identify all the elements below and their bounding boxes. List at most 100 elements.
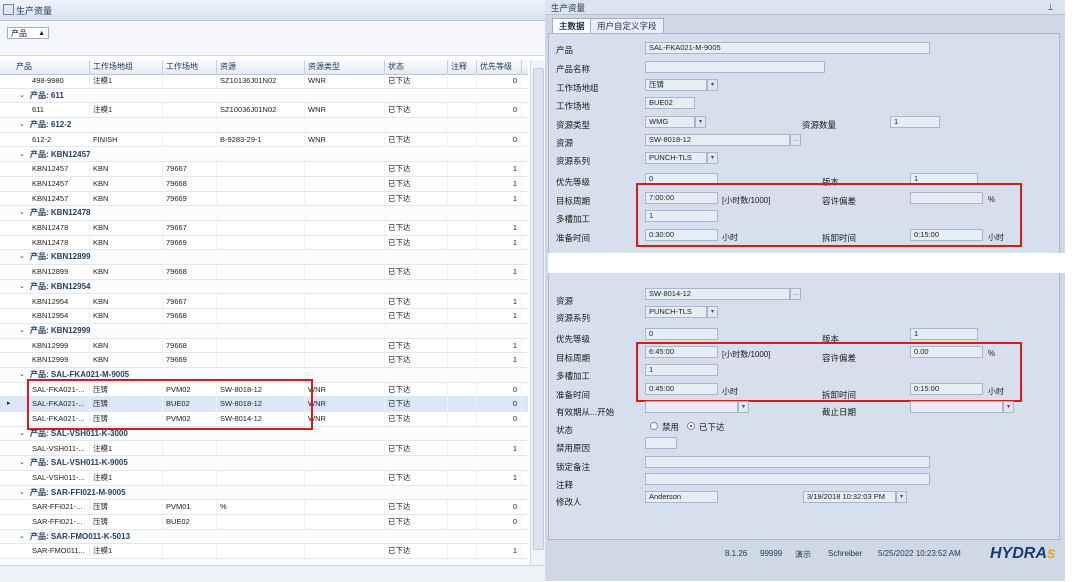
- wc-group-field[interactable]: 压铸: [645, 79, 707, 91]
- modified-at-field[interactable]: 3/19/2018 10:32:03 PM: [803, 491, 896, 503]
- window-icon: [3, 4, 14, 15]
- group-row[interactable]: ⌄ 产品: KBN12999: [0, 323, 528, 339]
- table-cell: KBN: [90, 191, 163, 206]
- table-row[interactable]: SAR-FMO011... 注模1 已下达 1: [0, 544, 528, 560]
- resource-field-2[interactable]: SW-8014-12: [645, 288, 790, 300]
- table-row[interactable]: 611 注模1 SZ10036J01N02 WNR 已下达 0: [0, 103, 528, 119]
- chevron-down-icon[interactable]: ▾: [896, 491, 907, 503]
- collapse-icon[interactable]: ⌄: [19, 427, 25, 441]
- status-disabled-radio[interactable]: [650, 422, 658, 430]
- table-cell: [217, 221, 305, 235]
- column-header[interactable]: 工作场地: [163, 60, 217, 74]
- valid-from-field[interactable]: [645, 401, 738, 413]
- table-row[interactable]: KBN12999 KBN 79669 已下达 1: [0, 353, 528, 368]
- table-row[interactable]: SAR-FFI021-... 压铸 PVM01% 已下达 0: [0, 500, 528, 515]
- vertical-scrollbar[interactable]: [530, 60, 545, 565]
- res-qty-field[interactable]: 1: [890, 116, 940, 128]
- table-row[interactable]: KBN12457 KBN 79669 已下达 1: [0, 191, 528, 207]
- table-row[interactable]: KBN12999 KBN 79668 已下达 1: [0, 338, 528, 354]
- chevron-down-icon[interactable]: ▾: [1003, 401, 1014, 413]
- group-row[interactable]: ⌄ 产品: 612-2: [0, 118, 528, 133]
- collapse-icon[interactable]: ⌄: [19, 118, 25, 132]
- chevron-down-icon[interactable]: ▾: [707, 152, 718, 164]
- table-cell: [163, 132, 217, 147]
- collapse-icon[interactable]: ⌄: [19, 456, 25, 470]
- column-header[interactable]: 注释: [448, 60, 477, 74]
- column-header[interactable]: 产品: [13, 60, 90, 74]
- collapse-icon[interactable]: ⌄: [19, 530, 25, 544]
- collapse-icon[interactable]: ⌄: [19, 250, 25, 264]
- table-cell: [305, 544, 385, 559]
- group-row[interactable]: ⌄ 产品: KBN12954: [0, 279, 528, 295]
- chevron-down-icon[interactable]: ▾: [695, 116, 706, 128]
- table-row[interactable]: KBN12899 KBN 79668 已下达 1: [0, 265, 528, 280]
- table-row[interactable]: 498-9980 注模1 SZ10136J01N02 WNR 已下达 0: [0, 74, 528, 89]
- chevron-down-icon[interactable]: ▾: [707, 79, 718, 91]
- chevron-down-icon[interactable]: ▾: [738, 401, 749, 413]
- group-row[interactable]: ⌄ 产品: SAR-FFI021-M-9005: [0, 485, 528, 501]
- table-cell: 已下达: [385, 544, 448, 559]
- modifier-field[interactable]: Anderson: [645, 491, 718, 503]
- table-row[interactable]: SAL-VSH011-... 注模1 已下达 1: [0, 470, 528, 486]
- detail-panel-titlebar: 生产资量: [545, 0, 1065, 15]
- chevron-down-icon[interactable]: ▾: [707, 306, 718, 318]
- table-row[interactable]: KBN12954 KBN 79668 已下达 1: [0, 309, 528, 324]
- res-type-field[interactable]: WMG: [645, 116, 695, 128]
- tab-master-data[interactable]: 主数据: [552, 18, 592, 33]
- table-row[interactable]: SAL-VSH011-... 注模1 已下达 1: [0, 441, 528, 457]
- group-row[interactable]: ⌄ 产品: SAR-FMO011-K-5013: [0, 529, 528, 545]
- wc-field[interactable]: BUE02: [645, 97, 695, 109]
- table-row[interactable]: KBN12457 KBN 79668 已下达 1: [0, 176, 528, 192]
- column-header[interactable]: 优先等级: [477, 60, 522, 74]
- browse-icon[interactable]: …: [790, 134, 801, 146]
- group-by-button[interactable]: 产品 ▲: [7, 27, 49, 39]
- group-row[interactable]: ⌄ 产品: KBN12457: [0, 147, 528, 163]
- column-header[interactable]: 工作场地组: [90, 60, 163, 74]
- status-released-radio[interactable]: [687, 422, 695, 430]
- group-row[interactable]: ⌄ 产品: 611: [0, 88, 528, 104]
- scrollbar-thumb[interactable]: [533, 68, 544, 550]
- column-header[interactable]: 资源类型: [305, 60, 385, 74]
- table-row[interactable]: KBN12954 KBN 79667 已下达 1: [0, 294, 528, 310]
- group-label: 产品: SAR-FMO011-K-5013: [30, 531, 131, 541]
- group-row[interactable]: ⌄ 产品: KBN12478: [0, 206, 528, 221]
- group-row[interactable]: ⌄ 产品: KBN12899: [0, 250, 528, 266]
- product-field[interactable]: SAL-FKA021-M-9005: [645, 42, 930, 54]
- wc-label: 工作场地: [556, 101, 591, 111]
- collapse-icon[interactable]: ⌄: [19, 148, 25, 162]
- table-row[interactable]: KBN12478 KBN 79667 已下达 1: [0, 221, 528, 236]
- res-series-field-2[interactable]: PUNCH-TLS: [645, 306, 707, 318]
- table-cell: 注模1: [90, 470, 163, 485]
- collapse-icon[interactable]: ⌄: [19, 324, 25, 338]
- pin-icon[interactable]: ⊥: [1047, 3, 1054, 12]
- table-row[interactable]: 612-2 FINISH B-9283-29-1 WNR 已下达 0: [0, 132, 528, 148]
- table-cell: 1: [477, 235, 522, 250]
- version-field-2[interactable]: 1: [910, 328, 978, 340]
- collapse-icon[interactable]: ⌄: [19, 89, 25, 103]
- table-row[interactable]: KBN12478 KBN 79669 已下达 1: [0, 235, 528, 251]
- table-cell: [305, 470, 385, 485]
- disable-reason-field[interactable]: [645, 437, 677, 449]
- res-series-field[interactable]: PUNCH-TLS: [645, 152, 707, 164]
- valid-to-field[interactable]: [910, 401, 1003, 413]
- tab-user-fields[interactable]: 用户自定义字段: [590, 18, 664, 33]
- table-cell: 注模1: [90, 544, 163, 559]
- browse-icon[interactable]: …: [790, 288, 801, 300]
- table-row[interactable]: KBN12457 KBN 79667 已下达 1: [0, 162, 528, 177]
- table-row[interactable]: SAR-FFI021-... 压铸 BUE02 已下达 0: [0, 515, 528, 530]
- collapse-icon[interactable]: ⌄: [19, 206, 25, 220]
- table-cell: 0: [477, 382, 522, 397]
- collapse-icon[interactable]: ⌄: [19, 368, 25, 382]
- priority-field-2[interactable]: 0: [645, 328, 718, 340]
- collapse-icon[interactable]: ⌄: [19, 280, 25, 294]
- column-header[interactable]: 状态: [385, 60, 448, 74]
- column-header[interactable]: 资源: [217, 60, 305, 74]
- product-name-field[interactable]: [645, 61, 825, 73]
- table-cell: 1: [477, 191, 522, 206]
- lock-note-field[interactable]: [645, 456, 930, 468]
- table-cell: [448, 470, 477, 485]
- note-field[interactable]: [645, 473, 930, 485]
- collapse-icon[interactable]: ⌄: [19, 486, 25, 500]
- group-row[interactable]: ⌄ 产品: SAL-VSH011-K-9005: [0, 456, 528, 471]
- resource-field[interactable]: SW-8018-12: [645, 134, 790, 146]
